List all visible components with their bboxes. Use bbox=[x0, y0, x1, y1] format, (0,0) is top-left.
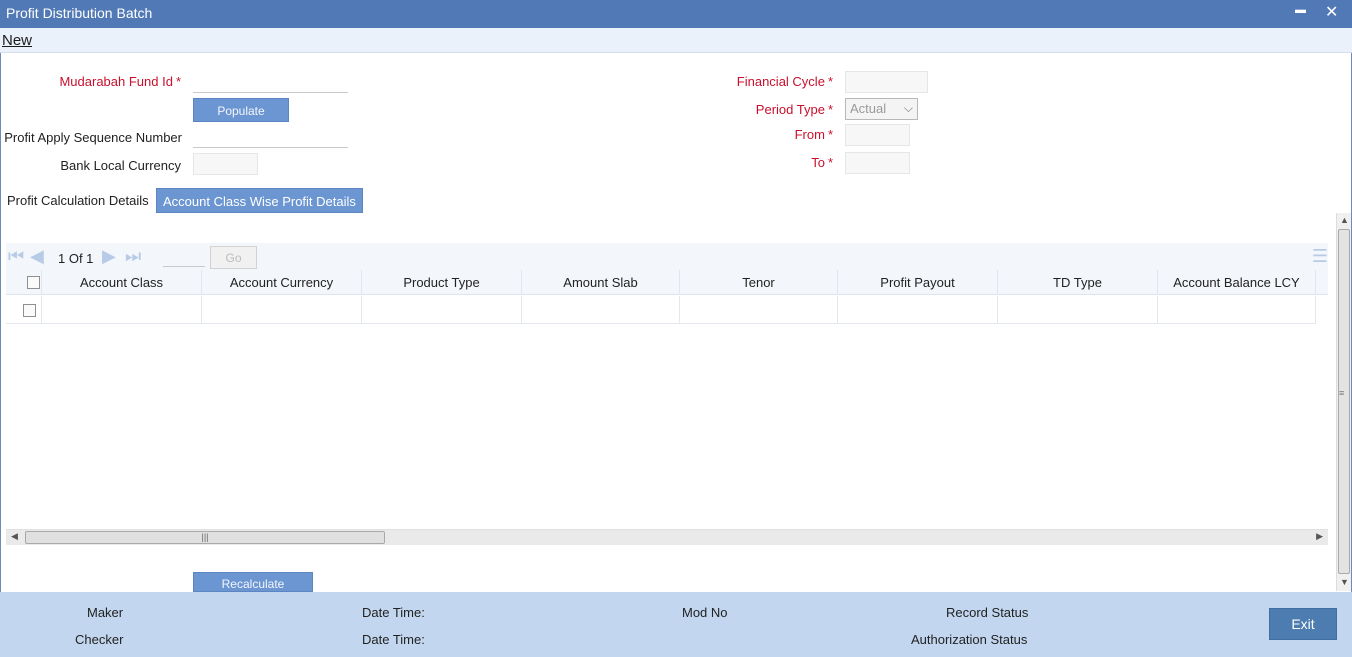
menu-bar: New bbox=[0, 28, 1352, 53]
table-cell[interactable] bbox=[202, 296, 362, 324]
table-cell[interactable] bbox=[42, 296, 202, 324]
next-page-icon[interactable]: ▶ bbox=[102, 247, 116, 265]
column-header[interactable]: Profit Payout bbox=[838, 270, 998, 295]
table-cell[interactable] bbox=[362, 296, 522, 324]
financial-cycle-label: Financial Cycle * bbox=[736, 74, 833, 89]
recalculate-button[interactable]: Recalculate bbox=[193, 572, 313, 592]
table-cell[interactable] bbox=[1158, 296, 1316, 324]
page-indicator: 1 Of 1 bbox=[58, 251, 94, 266]
new-menu-item[interactable]: New bbox=[2, 32, 32, 49]
horizontal-scroll-thumb[interactable]: ||| bbox=[25, 531, 385, 544]
sequence-input[interactable] bbox=[193, 126, 348, 148]
row-select-cell bbox=[6, 296, 42, 324]
from-label: From * bbox=[794, 127, 833, 142]
vertical-scroll-thumb[interactable] bbox=[1338, 229, 1350, 574]
row-checkbox[interactable] bbox=[23, 304, 36, 317]
title-bar: Profit Distribution Batch ▬ ✕ bbox=[0, 0, 1352, 28]
column-header[interactable]: Account Currency bbox=[202, 270, 362, 295]
table-cell[interactable] bbox=[838, 296, 998, 324]
minimize-icon[interactable]: ▬ bbox=[1295, 4, 1306, 16]
table-cell[interactable] bbox=[680, 296, 838, 324]
scroll-right-icon[interactable]: ▶ bbox=[1316, 531, 1323, 542]
checker-date-time-label: Date Time: bbox=[362, 632, 425, 647]
financial-cycle-input[interactable] bbox=[845, 71, 928, 93]
scroll-grip-icon: ≡ bbox=[1339, 388, 1345, 398]
fund-id-input[interactable] bbox=[193, 71, 348, 93]
authorization-status-label: Authorization Status bbox=[911, 632, 1028, 647]
window-title: Profit Distribution Batch bbox=[6, 5, 153, 21]
audit-footer bbox=[0, 592, 1352, 657]
tab-profit-calculation-details[interactable]: Profit Calculation Details bbox=[1, 188, 155, 213]
period-type-label: Period Type * bbox=[755, 102, 833, 117]
populate-button[interactable]: Populate bbox=[193, 98, 289, 122]
grid-options-icon[interactable]: ☰ bbox=[1312, 246, 1328, 267]
to-label: To * bbox=[811, 155, 833, 170]
last-page-icon[interactable]: ⏭ bbox=[125, 247, 141, 265]
currency-input[interactable] bbox=[193, 153, 258, 175]
exit-button[interactable]: Exit bbox=[1269, 608, 1337, 640]
column-header[interactable]: TD Type bbox=[998, 270, 1158, 295]
period-type-select[interactable]: Actual ⌵ bbox=[845, 98, 918, 120]
from-input[interactable] bbox=[845, 124, 910, 146]
sequence-label: Profit Apply Sequence Number bbox=[4, 130, 182, 145]
maker-label: Maker bbox=[87, 605, 124, 620]
vertical-scrollbar[interactable]: ▲ ≡ ▼ bbox=[1336, 213, 1351, 591]
table-row bbox=[6, 296, 1316, 324]
table-cell[interactable] bbox=[998, 296, 1158, 324]
first-page-icon[interactable]: ⏮ bbox=[8, 247, 24, 265]
fund-id-label: Mudarabah Fund Id * bbox=[59, 74, 181, 89]
to-input[interactable] bbox=[845, 152, 910, 174]
currency-label: Bank Local Currency bbox=[60, 158, 181, 173]
scroll-left-icon[interactable]: ◀ bbox=[11, 531, 18, 542]
mod-no-label: Mod No bbox=[682, 605, 728, 620]
previous-page-icon[interactable]: ◀ bbox=[30, 247, 44, 265]
column-header[interactable]: Product Type bbox=[362, 270, 522, 295]
column-header[interactable]: Account Class bbox=[42, 270, 202, 295]
column-header[interactable]: Tenor bbox=[680, 270, 838, 295]
column-header[interactable]: Amount Slab bbox=[522, 270, 680, 295]
scroll-down-icon[interactable]: ▼ bbox=[1340, 577, 1349, 587]
grid-pager: ⏮ ◀ 1 Of 1 ▶ ⏭ Go ☰ bbox=[6, 243, 1328, 270]
tab-account-class-wise-profit-details[interactable]: Account Class Wise Profit Details bbox=[156, 188, 363, 213]
record-status-label: Record Status bbox=[946, 605, 1029, 620]
header-select-cell bbox=[6, 270, 42, 295]
checker-label: Checker bbox=[75, 632, 124, 647]
period-type-value: Actual bbox=[850, 101, 887, 116]
close-icon[interactable]: ✕ bbox=[1325, 2, 1338, 22]
maker-date-time-label: Date Time: bbox=[362, 605, 425, 620]
grid-header: Account Class Account Currency Product T… bbox=[6, 270, 1328, 295]
page-number-input[interactable] bbox=[163, 247, 205, 267]
chevron-down-icon: ⌵ bbox=[903, 101, 913, 115]
scroll-up-icon[interactable]: ▲ bbox=[1340, 215, 1349, 225]
go-button[interactable]: Go bbox=[210, 246, 257, 269]
column-header[interactable]: Account Balance LCY bbox=[1158, 270, 1316, 295]
horizontal-scrollbar[interactable]: ◀ ||| ▶ bbox=[6, 529, 1328, 545]
table-cell[interactable] bbox=[522, 296, 680, 324]
select-all-checkbox[interactable] bbox=[27, 276, 40, 289]
